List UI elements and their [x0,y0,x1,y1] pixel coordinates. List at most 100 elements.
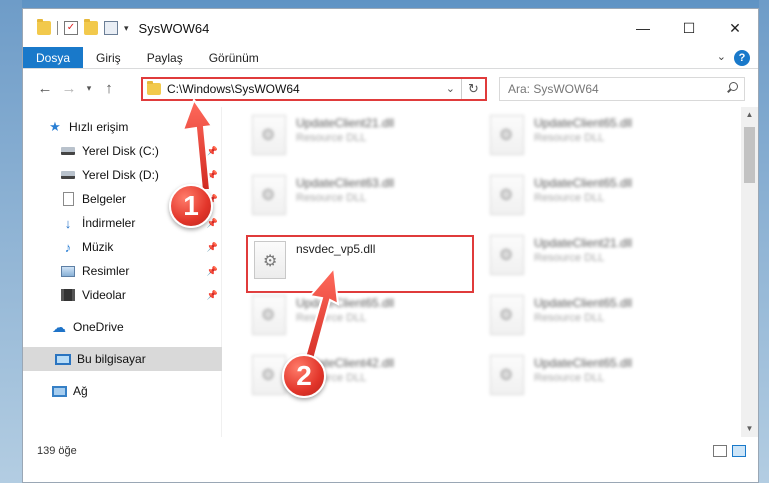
address-bar[interactable]: C:\Windows\SysWOW64 ⌄ ↻ [141,77,487,101]
file-item[interactable]: ⚙ UpdateClient65.dll Resource DLL [490,171,720,219]
file-description: Resource DLL [534,132,605,144]
file-item[interactable]: ⚙ UpdateClient21.dll Resource DLL [490,231,720,279]
file-item[interactable]: ⚙ UpdateClient21.dll Resource DLL [252,111,482,159]
close-button[interactable]: ✕ [712,9,758,47]
file-description: Resource DLL [534,252,605,264]
file-item[interactable]: ⚙ UpdateClient65.dll Resource DLL [490,291,720,339]
sidebar-item-label: OneDrive [73,320,124,334]
recent-locations-button[interactable]: ▾ [83,78,95,98]
chevron-down-icon[interactable]: ⌄ [446,82,455,95]
ribbon-tabs: Dosya Giriş Paylaş Görünüm ⌄ ? [23,47,758,69]
file-item[interactable]: ⚙ UpdateClient65.dll Resource DLL [490,111,720,159]
folder-icon [147,81,161,95]
sidebar-item-pictures[interactable]: Resimler 📌 [23,259,222,283]
dll-file-icon: ⚙ [254,241,286,279]
file-item[interactable]: ⚙ UpdateClient65.dll Resource DLL [252,291,482,339]
customize-icon[interactable] [104,21,118,35]
large-icons-view-icon[interactable] [732,445,746,457]
file-item-nsvdec-vp5[interactable]: ⚙ nsvdec_vp5.dll [246,235,474,293]
chevron-down-icon[interactable]: ⌄ [717,50,726,63]
title-bar: ✓ ▾ SysWOW64 — ☐ ✕ [23,9,758,47]
file-name: nsvdec_vp5.dll [296,242,376,256]
pin-icon[interactable]: 📌 [207,242,218,253]
videos-icon [60,288,76,302]
pin-icon[interactable]: 📌 [207,290,218,301]
sidebar-item-this-pc[interactable]: Bu bilgisayar [23,347,222,371]
scroll-down-icon[interactable]: ▼ [741,421,758,437]
network-icon [51,384,67,398]
step-1-badge: 1 [169,184,213,228]
file-description: Resource DLL [296,132,367,144]
tab-gorunum[interactable]: Görünüm [196,47,272,68]
toolbar-separator [57,21,58,35]
help-icon[interactable]: ? [734,50,750,66]
file-item[interactable]: ⚙ UpdateClient65.dll Resource DLL [490,351,720,399]
file-item[interactable]: ⚙ UpdateClient63.dll Resource DLL [252,171,482,219]
sidebar-item-network[interactable]: Ağ [23,379,222,403]
sidebar-item-label: Yerel Disk (C:) [82,144,159,158]
disk-icon [60,168,76,182]
file-name: UpdateClient21.dll [534,236,633,250]
sidebar-item-label: Müzik [82,240,114,254]
scroll-up-icon[interactable]: ▲ [741,107,758,123]
vertical-scrollbar[interactable]: ▲ ▼ [741,107,758,437]
file-name: UpdateClient65.dll [534,296,633,310]
file-description: Resource DLL [534,192,605,204]
dll-file-icon: ⚙ [252,295,286,335]
sidebar-item-music[interactable]: ♪ Müzik 📌 [23,235,222,259]
navigation-bar: ← → ▾ ↑ C:\Windows\SysWOW64 ⌄ ↻ Ara: Sys… [23,69,758,107]
file-name: UpdateClient63.dll [296,176,395,190]
download-icon: ↓ [64,215,72,231]
pin-icon[interactable]: 📌 [207,266,218,277]
tab-dosya[interactable]: Dosya [23,47,84,68]
sidebar-item-videos[interactable]: Videolar 📌 [23,283,222,307]
maximize-button[interactable]: ☐ [666,9,712,47]
pin-icon[interactable]: 📌 [207,170,218,181]
sidebar-item-label: Belgeler [82,192,127,206]
pin-icon[interactable]: 📌 [207,146,218,157]
file-description: Resource DLL [296,192,367,204]
computer-icon [55,352,71,366]
back-button[interactable]: ← [35,78,55,98]
forward-button[interactable]: → [59,78,79,98]
up-button[interactable]: ↑ [99,78,119,98]
file-name: UpdateClient65.dll [534,176,633,190]
search-input[interactable]: Ara: SysWOW64 [499,77,745,101]
explorer-window: ✓ ▾ SysWOW64 — ☐ ✕ Dosya Giriş Paylaş Gö… [22,8,759,483]
disk-icon [60,144,76,158]
view-switcher [713,445,746,457]
sidebar-item-label: Ağ [73,384,88,398]
step-2-badge: 2 [282,354,326,398]
file-name: UpdateClient65.dll [534,116,633,130]
sidebar-item-onedrive[interactable]: ☁ OneDrive [23,315,222,339]
sidebar-item-label: Resimler [82,264,130,278]
details-view-icon[interactable] [713,445,727,457]
file-name: UpdateClient65.dll [296,296,395,310]
sidebar-item-local-disk-c[interactable]: Yerel Disk (C:) 📌 [23,139,222,163]
address-path[interactable]: C:\Windows\SysWOW64 [167,82,300,96]
cloud-icon: ☁ [52,318,66,335]
sidebar-item-quick-access[interactable]: ★ Hızlı erişim [23,115,222,139]
file-name: UpdateClient21.dll [296,116,395,130]
tab-giris[interactable]: Giriş [83,47,134,68]
document-icon [60,192,76,206]
status-bar: 139 öğe [23,437,758,465]
sidebar-item-label: Bu bilgisayar [77,352,146,366]
file-name: UpdateClient65.dll [534,356,633,370]
window-controls: — ☐ ✕ [620,9,758,47]
tab-paylas[interactable]: Paylaş [134,47,196,68]
item-count: 139 öğe [37,445,77,457]
dll-file-icon: ⚙ [252,115,286,155]
properties-check-icon[interactable]: ✓ [64,21,78,35]
dll-file-icon: ⚙ [490,175,524,215]
desktop-background-right [759,0,769,483]
minimize-button[interactable]: — [620,9,666,47]
new-folder-icon[interactable] [84,19,98,35]
dll-file-icon: ⚙ [490,295,524,335]
dll-file-icon: ⚙ [490,235,524,275]
search-icon[interactable] [726,82,738,94]
chevron-down-icon[interactable]: ▾ [124,23,129,34]
refresh-button[interactable]: ↻ [461,79,485,99]
file-description: Resource DLL [534,312,605,324]
scrollbar-thumb[interactable] [744,127,755,183]
